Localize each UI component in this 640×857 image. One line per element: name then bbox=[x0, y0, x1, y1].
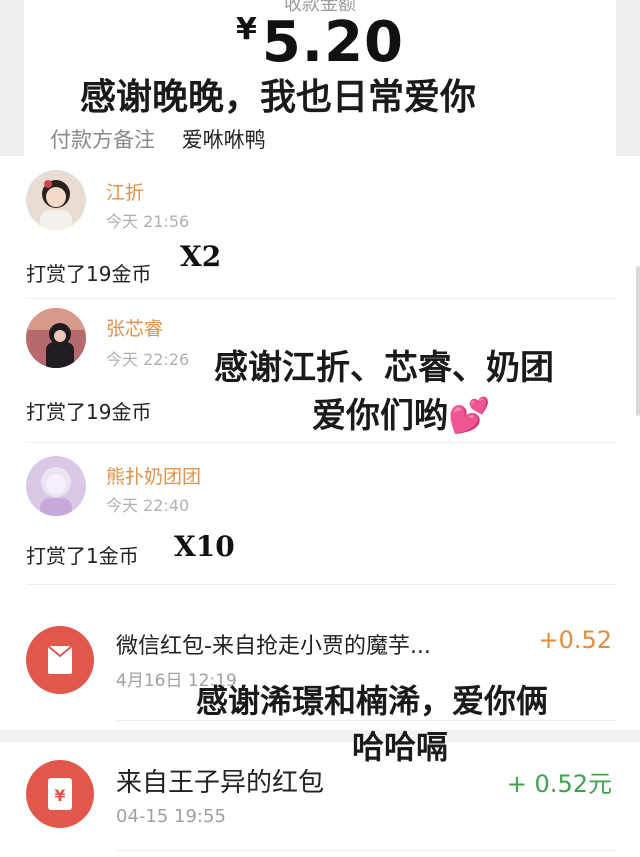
avatar[interactable] bbox=[26, 170, 86, 230]
wallet-item-title[interactable]: 来自王子异的红包 bbox=[116, 762, 324, 799]
caption-love-you-text: 爱你们哟 bbox=[312, 396, 448, 436]
remark-value: 爱咻咻鸭 bbox=[181, 128, 266, 152]
tip-text: 打赏了1金币 bbox=[26, 544, 139, 568]
tip-time: 今天 22:26 bbox=[106, 350, 190, 369]
divider bbox=[116, 850, 616, 851]
divider bbox=[26, 442, 616, 443]
wallet-item-amount: + 0.52元 bbox=[506, 770, 612, 798]
caption-love-you: 爱你们哟💕 bbox=[312, 388, 490, 437]
caption-hahage: 哈哈嗝 bbox=[352, 728, 449, 766]
red-packet-icon: ¥ bbox=[26, 760, 94, 828]
caption-thanks-two: 感谢浠璟和楠浠，爱你俩 bbox=[196, 682, 549, 720]
tip-name: 熊扑奶团团 bbox=[106, 466, 202, 488]
two-hearts-icon: 💕 bbox=[448, 396, 491, 436]
scrollbar[interactable] bbox=[636, 266, 640, 416]
avatar[interactable] bbox=[26, 308, 86, 368]
divider bbox=[26, 584, 616, 585]
tip-time: 今天 22:40 bbox=[106, 496, 190, 515]
payer-remark: 付款方备注 爱咻咻鸭 bbox=[50, 124, 266, 154]
tip-text: 打赏了19金币 bbox=[26, 400, 152, 424]
receipt-amount: ¥5.20 bbox=[24, 10, 616, 75]
multiplier-x10: X10 bbox=[174, 530, 235, 563]
avatar[interactable] bbox=[26, 456, 86, 516]
wallet-records: 微信红包-来自抢走小贾的魔芋... 4月16日 12:19 +0.52 ¥ 来自… bbox=[0, 590, 640, 857]
tip-name: 张芯睿 bbox=[106, 318, 164, 340]
tip-name: 江折 bbox=[106, 182, 145, 204]
tip-time: 今天 21:56 bbox=[106, 212, 190, 231]
wallet-item-amount: +0.52 bbox=[538, 626, 612, 654]
svg-text:¥: ¥ bbox=[54, 786, 65, 805]
wallet-item-title[interactable]: 微信红包-来自抢走小贾的魔芋... bbox=[116, 628, 431, 660]
multiplier-x2: X2 bbox=[180, 240, 222, 273]
divider bbox=[26, 298, 616, 299]
wallet-item-date: 04-15 19:55 bbox=[116, 806, 226, 827]
section-gap bbox=[0, 730, 640, 742]
amount-value: 5.20 bbox=[261, 10, 405, 75]
caption-thanks-wanwan: 感谢晚晚，我也日常爱你 bbox=[80, 77, 477, 118]
remark-key: 付款方备注 bbox=[50, 128, 155, 152]
caption-thanks-three: 感谢江折、芯睿、奶团 bbox=[214, 348, 554, 388]
red-packet-icon bbox=[26, 626, 94, 694]
currency-symbol: ¥ bbox=[235, 12, 258, 47]
tip-text: 打赏了19金币 bbox=[26, 262, 152, 286]
